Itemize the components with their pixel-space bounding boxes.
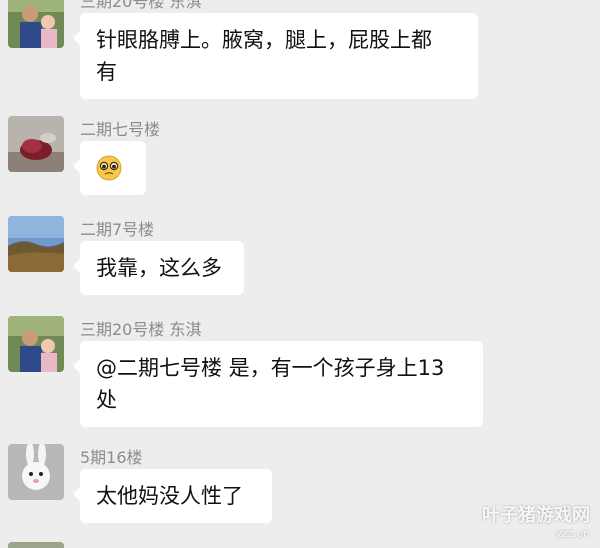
message-text: 我靠，这么多 <box>96 256 222 280</box>
watermark-url: yzz.cn <box>555 527 590 540</box>
sender-name: 二期七号楼 <box>80 120 161 139</box>
avatar[interactable] <box>8 444 64 500</box>
avatar[interactable] <box>8 316 64 372</box>
sender-name: 5期16楼 <box>80 448 143 467</box>
watermark-title: 叶子猪游戏网 <box>482 505 590 526</box>
avatar[interactable] <box>8 216 64 272</box>
watermark: 叶子猪游戏网 yzz.cn <box>482 501 590 540</box>
next-message-partial <box>8 542 64 548</box>
message-bubble[interactable]: @二期七号楼 是，有一个孩子身上13 处 <box>73 341 483 427</box>
message-bubble[interactable]: 我靠，这么多 <box>73 241 244 295</box>
avatar[interactable] <box>8 0 64 48</box>
pleading-face-icon <box>96 155 122 181</box>
message-bubble[interactable]: 太他妈没人性了 <box>73 469 272 523</box>
message-text: 太他妈没人性了 <box>96 484 243 508</box>
sender-name: 二期7号楼 <box>80 220 155 239</box>
sender-name: 三期20号楼 东淇 <box>80 0 202 11</box>
message-text: 有 <box>96 60 117 84</box>
message-text: 针眼胳膊上。腋窝，腿上，屁股上都 <box>96 28 432 52</box>
avatar[interactable] <box>8 116 64 172</box>
message-text: @二期七号楼 是，有一个孩子身上13 <box>96 356 445 380</box>
message-text: 处 <box>96 388 117 412</box>
sender-name: 三期20号楼 东淇 <box>80 320 202 339</box>
message-bubble[interactable]: 针眼胳膊上。腋窝，腿上，屁股上都 有 <box>73 13 478 99</box>
message-bubble[interactable] <box>73 141 146 195</box>
